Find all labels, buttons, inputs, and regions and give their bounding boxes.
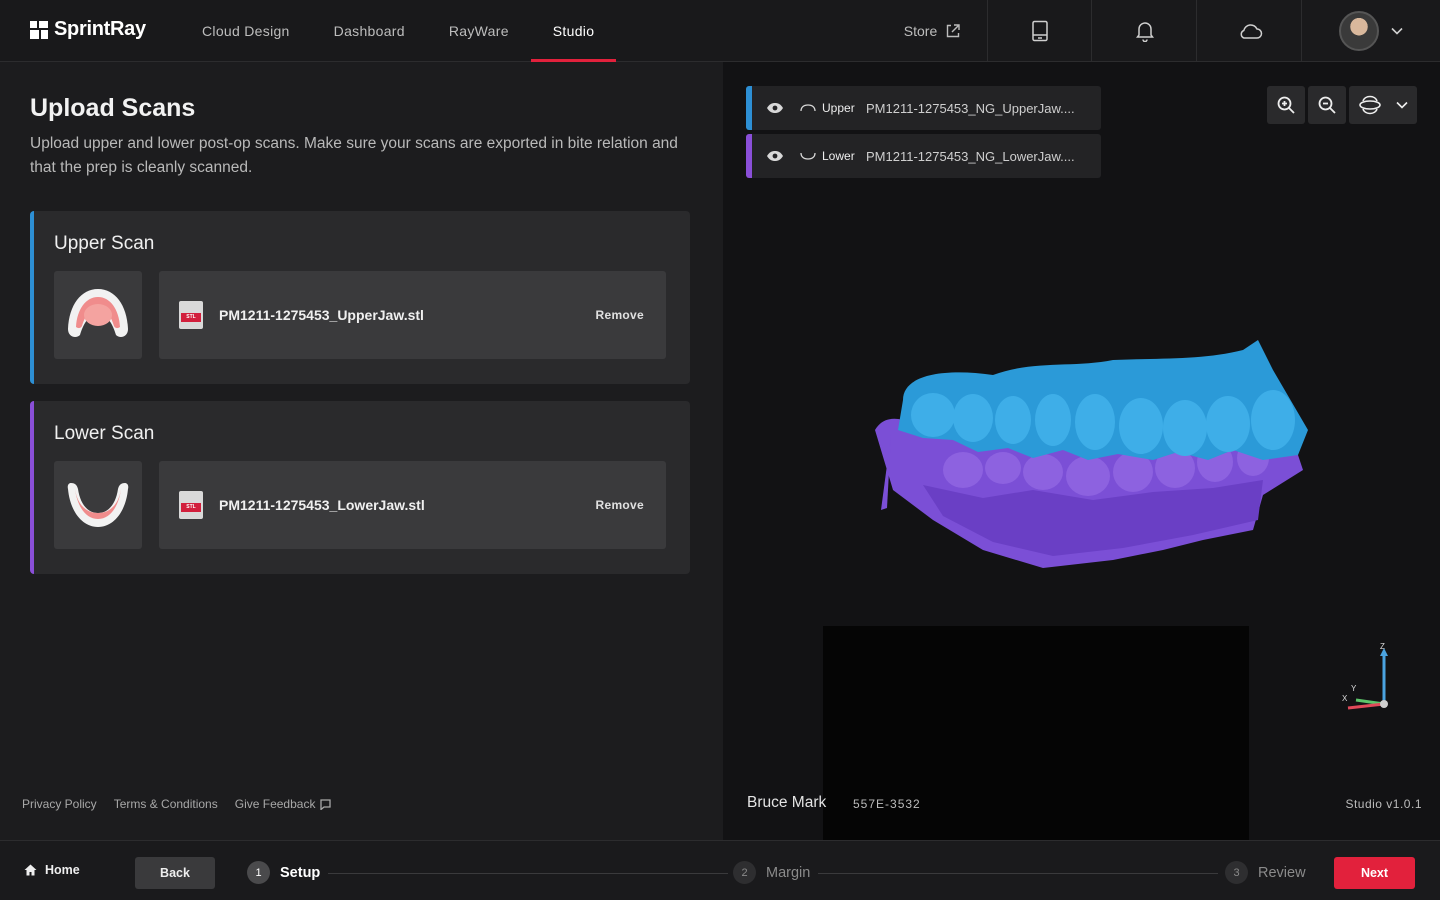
account-menu[interactable] xyxy=(1302,0,1440,62)
layer-lower[interactable]: Lower PM1211-1275453_NG_LowerJaw.... xyxy=(746,134,1101,178)
axis-gizmo xyxy=(1347,648,1388,710)
step-2-number: 2 xyxy=(733,861,756,884)
upper-scan-card: Upper Scan STL PM1211-1275453_UpperJaw.s… xyxy=(30,211,690,384)
lower-jaw-outline-icon xyxy=(800,152,816,160)
store-link[interactable]: Store xyxy=(878,0,988,62)
patient-name: Bruce Mark xyxy=(747,794,827,811)
terms-link[interactable]: Terms & Conditions xyxy=(114,797,218,811)
upper-file-name: PM1211-1275453_UpperJaw.stl xyxy=(219,307,424,323)
zoom-out-icon xyxy=(1318,96,1336,114)
home-label: Home xyxy=(45,863,80,877)
lower-scan-card: Lower Scan STL PM1211-1275453_LowerJaw.s… xyxy=(30,401,690,574)
upper-jaw-icon xyxy=(68,289,128,337)
back-button[interactable]: Back xyxy=(135,857,215,889)
store-label: Store xyxy=(903,23,938,39)
stl-file-icon: STL xyxy=(179,301,203,329)
axis-z-label: Z xyxy=(1380,642,1385,651)
upper-scan-title: Upper Scan xyxy=(54,233,155,254)
privacy-policy-link[interactable]: Privacy Policy xyxy=(22,797,97,811)
nav-cloud-design[interactable]: Cloud Design xyxy=(180,0,312,62)
view-orientation-dropdown[interactable] xyxy=(1349,86,1417,124)
step-3-label: Review xyxy=(1258,864,1306,881)
external-link-icon xyxy=(947,24,960,38)
zoom-tools xyxy=(1267,86,1346,124)
eye-icon[interactable] xyxy=(766,150,784,162)
wizard-footer: Home Back 1 Setup 2 Margin 3 Review Next xyxy=(0,840,1440,900)
lower-layer-color xyxy=(746,134,752,178)
main-nav: Cloud Design Dashboard RayWare Studio xyxy=(180,0,616,62)
cloud-icon xyxy=(1240,24,1262,39)
step-review[interactable]: 3 Review xyxy=(1225,861,1306,884)
footer-links: Privacy Policy Terms & Conditions Give F… xyxy=(22,797,332,811)
lower-file-row: STL PM1211-1275453_LowerJaw.stl Remove xyxy=(159,461,666,549)
layer-upper-kind: Upper xyxy=(822,101,855,115)
step-3-number: 3 xyxy=(1225,861,1248,884)
give-feedback-label: Give Feedback xyxy=(234,797,316,811)
step-setup[interactable]: 1 Setup xyxy=(247,861,320,884)
axis-y-label: Y xyxy=(1351,684,1357,693)
zoom-out-button[interactable] xyxy=(1308,86,1346,124)
feedback-icon xyxy=(320,798,332,810)
page-subtitle: Upload upper and lower post-op scans. Ma… xyxy=(30,135,678,176)
upload-panel: Upload Scans Upload upper and lower post… xyxy=(0,62,723,840)
give-feedback-link[interactable]: Give Feedback xyxy=(235,797,332,811)
upper-layer-color xyxy=(746,86,752,130)
eye-icon[interactable] xyxy=(766,102,784,114)
step-margin[interactable]: 2 Margin xyxy=(733,861,810,884)
sprintray-logo[interactable]: SprintRay xyxy=(30,18,146,41)
dental-model-render xyxy=(875,340,1308,568)
upper-jaw-thumbnail xyxy=(54,271,142,359)
progress-line-1 xyxy=(328,873,728,874)
nav-studio[interactable]: Studio xyxy=(530,0,617,62)
printer-icon xyxy=(1031,20,1048,42)
page-title: Upload Scans xyxy=(30,94,196,122)
layer-upper-file: PM1211-1275453_NG_UpperJaw.... xyxy=(866,100,1075,116)
top-navigation-bar: SprintRay Cloud Design Dashboard RayWare… xyxy=(0,0,1440,62)
chevron-down-icon xyxy=(1391,27,1403,35)
remove-lower-button[interactable]: Remove xyxy=(596,498,645,512)
3d-viewer[interactable]: Upper PM1211-1275453_NG_UpperJaw.... Low… xyxy=(723,62,1440,840)
zoom-in-icon xyxy=(1277,96,1295,114)
bell-icon xyxy=(1135,22,1154,42)
next-button[interactable]: Next xyxy=(1334,857,1415,889)
zoom-in-button[interactable] xyxy=(1267,86,1305,124)
home-icon xyxy=(24,864,37,876)
nav-rayware[interactable]: RayWare xyxy=(427,0,531,62)
layer-lower-file: PM1211-1275453_NG_LowerJaw.... xyxy=(866,148,1075,164)
stl-file-icon: STL xyxy=(179,491,203,519)
remove-upper-button[interactable]: Remove xyxy=(596,308,645,322)
progress-line-2 xyxy=(818,873,1218,874)
avatar xyxy=(1339,11,1379,51)
step-1-label: Setup xyxy=(280,864,321,881)
case-id: 557E-3532 xyxy=(853,797,921,811)
lower-jaw-thumbnail xyxy=(54,461,142,549)
rotate-view-icon xyxy=(1359,95,1381,115)
brand-name: SprintRay xyxy=(54,18,146,40)
printer-button[interactable] xyxy=(988,0,1092,62)
nav-dashboard[interactable]: Dashboard xyxy=(312,0,427,62)
lower-jaw-icon xyxy=(67,483,129,527)
upper-file-row: STL PM1211-1275453_UpperJaw.stl Remove xyxy=(159,271,666,359)
chevron-down-icon xyxy=(1396,101,1408,109)
home-button[interactable]: Home xyxy=(24,863,80,877)
lower-scan-title: Lower Scan xyxy=(54,423,155,444)
axis-x-label: X xyxy=(1342,694,1348,703)
upper-accent-bar xyxy=(30,211,34,384)
step-2-label: Margin xyxy=(766,864,811,881)
step-1-number: 1 xyxy=(247,861,270,884)
app-version: Studio v1.0.1 xyxy=(1345,797,1422,811)
view-tools xyxy=(1349,86,1417,124)
upper-jaw-outline-icon xyxy=(800,104,816,112)
logo-icon xyxy=(30,20,48,39)
notifications-button[interactable] xyxy=(1093,0,1197,62)
lower-accent-bar xyxy=(30,401,34,574)
lower-file-name: PM1211-1275453_LowerJaw.stl xyxy=(219,497,425,513)
cloud-button[interactable] xyxy=(1198,0,1302,62)
layer-lower-kind: Lower xyxy=(822,149,855,163)
layer-upper[interactable]: Upper PM1211-1275453_NG_UpperJaw.... xyxy=(746,86,1101,130)
